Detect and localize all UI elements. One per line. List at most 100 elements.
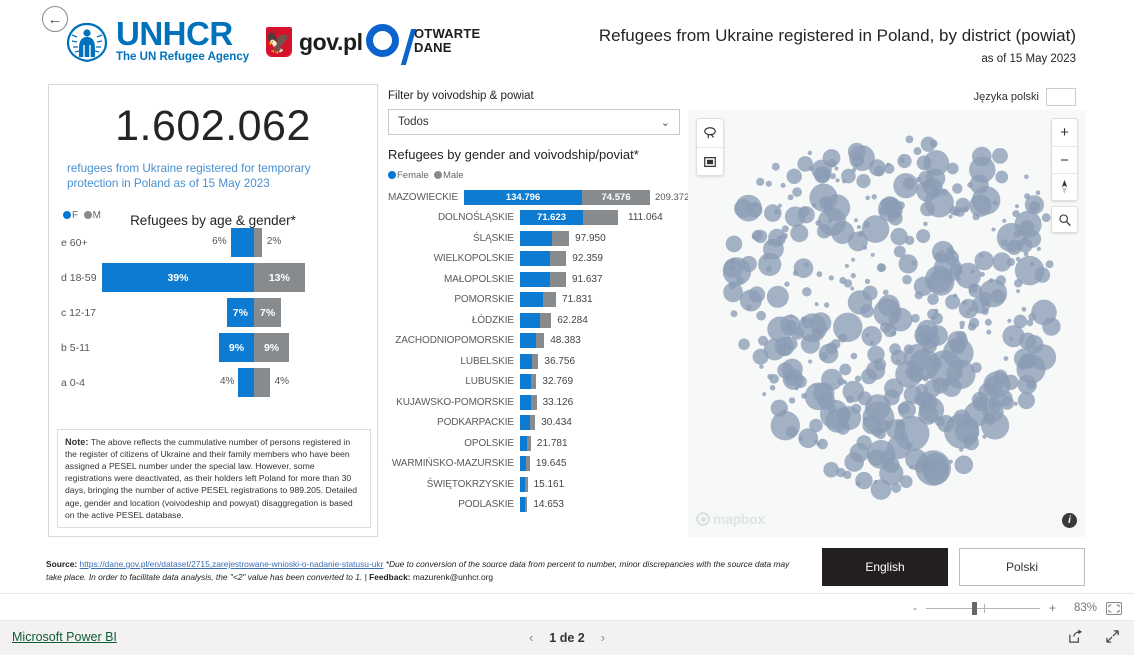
map-bubble[interactable] [1003,374,1019,390]
map-bubble[interactable] [972,146,992,167]
age-bar-male[interactable]: 7% [254,298,282,327]
map-bubble[interactable] [948,417,953,422]
voivodship-bar-female[interactable] [520,435,528,451]
map-bubble[interactable] [1026,319,1034,327]
map-bubble[interactable] [856,174,871,189]
map-bubble[interactable] [1021,306,1027,312]
map-bubble[interactable] [771,162,780,171]
map-bubble[interactable] [913,147,922,156]
map-bubble[interactable] [1015,256,1021,262]
map-bubble[interactable] [816,271,823,278]
map-bubble[interactable] [763,255,769,260]
map-bubble[interactable] [922,458,949,485]
map-bubble[interactable] [814,302,819,307]
map-bubble[interactable] [1003,356,1009,361]
map-bubble[interactable] [972,212,980,221]
map-bubble[interactable] [778,235,783,240]
map-bubble[interactable] [730,265,736,271]
map-bubble[interactable] [850,273,856,279]
map-bubble[interactable] [759,364,764,369]
fullscreen-icon[interactable] [1105,629,1120,647]
next-page-button[interactable]: › [601,630,605,645]
map-bubble[interactable] [814,166,831,183]
map-bubble[interactable] [979,271,985,277]
map-bubble[interactable] [769,374,779,384]
map-bubble[interactable] [854,163,859,168]
voivodship-bar-male[interactable] [527,435,531,451]
map-bubble[interactable] [870,479,892,500]
map-bubble[interactable] [1007,318,1012,323]
map-bubble[interactable] [873,298,902,327]
map-bubble[interactable] [762,392,767,397]
map-bubble[interactable] [920,136,936,152]
voivodship-row[interactable]: ŚLĄSKIE 97.950 [388,228,680,249]
map-bubble[interactable] [913,276,934,296]
map-bubble[interactable] [969,174,989,194]
map-bubble[interactable] [923,221,928,227]
map-bubble[interactable] [968,317,980,329]
map-bubble[interactable] [952,183,963,194]
map-bubble[interactable] [753,202,757,207]
map-bubble[interactable] [817,392,836,410]
map-search-icon[interactable] [1051,206,1078,233]
map-bubble[interactable] [1024,193,1031,200]
voivodship-bar-male[interactable] [549,271,566,287]
english-button[interactable]: English [822,548,948,586]
map-bubble[interactable] [946,359,976,389]
map-bubble[interactable] [730,257,737,264]
map-bubble[interactable] [871,194,877,200]
map-bubble[interactable] [808,359,813,364]
polski-button[interactable]: Polski [959,548,1085,586]
map-bubble[interactable] [890,227,908,246]
map-bubble[interactable] [807,150,813,156]
map-bubble[interactable] [786,376,791,381]
map-bubble[interactable] [786,320,797,331]
map-bubble[interactable] [839,363,852,376]
voivodship-bar-male[interactable]: 74.576 [582,189,651,205]
map-bubble[interactable] [945,294,961,310]
map-bubble[interactable] [880,196,899,215]
age-bar-male[interactable] [254,368,270,397]
map-bubble[interactable] [867,454,872,459]
voivodship-bar-male[interactable] [583,210,618,226]
voivodship-bar-female[interactable]: 134.796 [464,189,583,205]
map-bubble[interactable] [828,275,834,281]
map-bubble[interactable] [862,245,868,250]
map-bubble[interactable] [784,281,790,287]
map-bubble[interactable] [916,180,939,202]
map-bubble[interactable] [787,194,794,201]
map-bubble[interactable] [869,340,874,345]
map-bubble[interactable] [837,378,845,386]
map-bubble[interactable] [798,436,804,441]
map-bubble[interactable] [849,145,875,171]
map-bubble[interactable] [856,224,861,230]
map-bubble[interactable] [995,170,1009,184]
map-bubble[interactable] [1014,279,1023,288]
map-bubble[interactable] [1034,267,1051,283]
voivodship-row[interactable]: WIELKOPOLSKIE 92.359 [388,249,680,270]
voivodship-bar-male[interactable] [526,456,530,472]
voivodship-bar-female[interactable] [520,374,531,390]
map-bubble[interactable] [857,230,865,237]
map-bubble[interactable] [979,279,1008,308]
map-bubble[interactable] [886,162,890,167]
voivodship-bar-female[interactable] [520,353,532,369]
voivodship-row[interactable]: KUJAWSKO-POMORSKIE 33.126 [388,392,680,413]
age-bar-male[interactable]: 9% [254,333,290,362]
map-bubble[interactable] [748,286,766,303]
map-bubble[interactable] [818,332,823,337]
map-bubble[interactable] [786,168,802,184]
map-bubble[interactable] [792,187,802,197]
map-bubble[interactable] [885,420,891,426]
map-compass-icon[interactable] [1052,173,1077,200]
voivodship-row[interactable]: PODLASKIE 14.653 [388,495,680,516]
map-bubble[interactable] [765,180,772,187]
map-bubble[interactable] [853,218,858,223]
map-bubble[interactable] [1031,299,1057,326]
map-bubble[interactable] [1012,210,1020,218]
previous-page-button[interactable]: ‹ [529,630,533,645]
map-bubble[interactable] [844,452,864,472]
age-bar-female[interactable]: 9% [218,333,254,362]
map-bubble[interactable] [781,225,789,233]
share-icon[interactable] [1068,629,1083,647]
